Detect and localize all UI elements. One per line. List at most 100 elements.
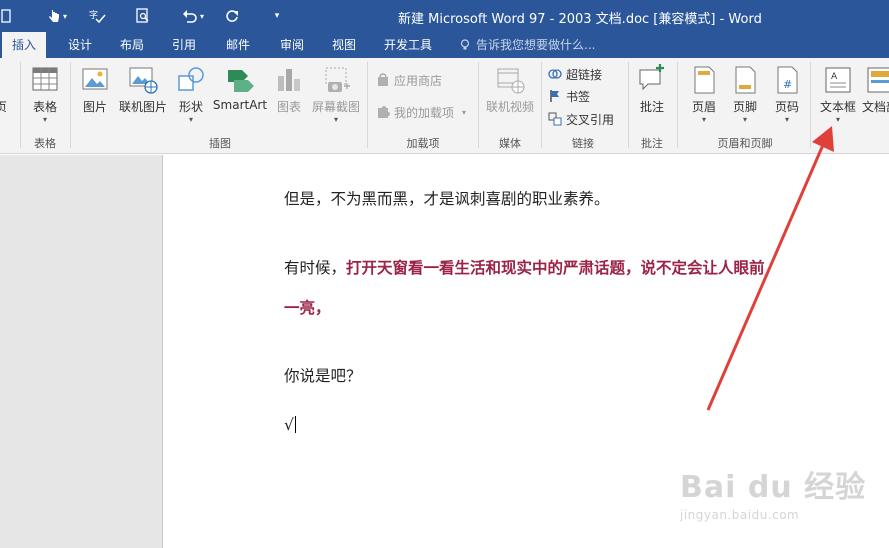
bookmark-label: 书签 bbox=[566, 89, 591, 104]
bookmark-button[interactable]: 书签 bbox=[548, 86, 590, 106]
shapes-icon bbox=[178, 67, 204, 91]
addins-icon bbox=[378, 106, 390, 118]
store-icon bbox=[378, 73, 388, 86]
group-separator bbox=[810, 62, 811, 148]
paragraph-2-line-1[interactable]: 有时候，打开天窗看一看生活和现实中的严肃话题，说不定会让人眼前 bbox=[284, 256, 765, 278]
paragraph-2-line-2[interactable]: 一亮， bbox=[284, 296, 331, 318]
chevron-down-icon: ▾ bbox=[462, 107, 467, 117]
paragraph-2-highlight: 打开天窗看一看生活和现实中的严肃话题，说不定会让人眼前 bbox=[346, 258, 765, 277]
group-separator bbox=[20, 62, 21, 148]
file-icon[interactable] bbox=[0, 6, 12, 26]
svg-text:#: # bbox=[783, 78, 792, 91]
shapes-label: 形状 bbox=[178, 100, 203, 114]
picture-button[interactable]: 图片 bbox=[78, 62, 112, 132]
picture-icon bbox=[82, 68, 108, 90]
smartart-label: SmartArt bbox=[212, 98, 268, 112]
table-button[interactable]: 表格 ▾ bbox=[28, 62, 62, 132]
tell-me-box[interactable]: 告诉我您想要做什么... bbox=[460, 32, 595, 58]
customize-qat-icon[interactable]: ▾ bbox=[270, 6, 284, 26]
undo-icon[interactable]: ▾ bbox=[176, 6, 210, 26]
group-separator bbox=[367, 62, 368, 148]
title-bar: ▾ 字 ▾ ▾ 新建 Microsoft Word 97 - 2003 文档.d… bbox=[0, 0, 889, 32]
my-addins-button[interactable]: 我的加载项 ▾ bbox=[376, 102, 466, 122]
page-button-label: 页 bbox=[0, 100, 7, 114]
chevron-down-icon: ▾ bbox=[188, 115, 193, 124]
paragraph-3[interactable]: 你说是吧？ bbox=[284, 364, 362, 386]
tab-mailings[interactable]: 邮件 bbox=[216, 32, 260, 58]
page-number-label: 页码 bbox=[774, 100, 799, 114]
cross-reference-button[interactable]: 交叉引用 bbox=[548, 109, 614, 129]
online-picture-button[interactable]: 联机图片 bbox=[118, 62, 168, 132]
page-number-button[interactable]: # 页码 ▾ bbox=[769, 62, 805, 132]
checkmark-text: √ bbox=[284, 416, 294, 434]
tab-layout[interactable]: 布局 bbox=[110, 32, 154, 58]
comment-button[interactable]: 批注 bbox=[634, 62, 670, 132]
store-button[interactable]: 应用商店 bbox=[376, 70, 442, 90]
hyperlink-label: 超链接 bbox=[566, 67, 603, 82]
online-video-button[interactable]: 联机视频 bbox=[484, 62, 536, 132]
chevron-down-icon: ▾ bbox=[742, 115, 747, 124]
group-label-header-footer: 页眉和页脚 bbox=[717, 137, 773, 150]
document-margin-area bbox=[0, 155, 163, 548]
footer-button[interactable]: 页脚 ▾ bbox=[727, 62, 763, 132]
chart-icon bbox=[278, 69, 300, 91]
group-separator bbox=[541, 62, 542, 148]
page-icon bbox=[0, 64, 8, 96]
print-preview-icon[interactable] bbox=[133, 6, 153, 26]
tab-design[interactable]: 设计 bbox=[58, 32, 102, 58]
footer-icon bbox=[735, 66, 756, 94]
quick-parts-button[interactable]: 文档部 bbox=[860, 62, 889, 132]
page-button[interactable]: 页 bbox=[0, 62, 8, 132]
group-label-media: 媒体 bbox=[499, 137, 521, 150]
group-separator bbox=[70, 62, 71, 148]
text-cursor bbox=[294, 416, 296, 433]
textbox-button[interactable]: A 文本框 ▾ bbox=[816, 62, 860, 132]
svg-text:A: A bbox=[831, 72, 838, 82]
paragraph-2-prefix: 有时候， bbox=[284, 259, 347, 277]
group-separator bbox=[628, 62, 629, 148]
spelling-icon[interactable]: 字 bbox=[86, 6, 108, 26]
online-video-label: 联机视频 bbox=[485, 100, 534, 114]
group-label-addins: 加载项 bbox=[406, 137, 440, 150]
online-picture-label: 联机图片 bbox=[118, 100, 167, 114]
touch-mode-icon[interactable]: ▾ bbox=[40, 6, 74, 26]
tab-references[interactable]: 引用 bbox=[162, 32, 206, 58]
group-label-comments: 批注 bbox=[641, 137, 663, 150]
chevron-down-icon: ▾ bbox=[701, 115, 706, 124]
hyperlink-icon bbox=[548, 69, 562, 79]
chevron-down-icon: ▾ bbox=[784, 115, 789, 124]
quick-parts-label: 文档部 bbox=[861, 100, 889, 114]
header-label: 页眉 bbox=[691, 100, 716, 114]
online-video-icon bbox=[497, 68, 525, 94]
header-button[interactable]: 页眉 ▾ bbox=[686, 62, 722, 132]
screenshot-button[interactable]: 屏幕截图 ▾ bbox=[310, 62, 362, 132]
shapes-button[interactable]: 形状 ▾ bbox=[174, 62, 208, 132]
textbox-icon: A bbox=[825, 67, 851, 93]
group-label-tables: 表格 bbox=[34, 137, 56, 150]
window-title: 新建 Microsoft Word 97 - 2003 文档.doc [兼容模式… bbox=[398, 12, 762, 27]
picture-label: 图片 bbox=[82, 100, 107, 114]
quick-parts-icon bbox=[867, 67, 889, 93]
paragraph-2-highlight-end: 一亮， bbox=[284, 298, 331, 317]
group-separator bbox=[478, 62, 479, 148]
chart-label: 图表 bbox=[276, 100, 301, 114]
cross-reference-label: 交叉引用 bbox=[566, 112, 615, 127]
tab-developer[interactable]: 开发工具 bbox=[374, 32, 442, 58]
tab-review[interactable]: 审阅 bbox=[270, 32, 314, 58]
comment-icon bbox=[639, 64, 664, 91]
smartart-button[interactable]: SmartArt bbox=[212, 62, 268, 132]
store-label: 应用商店 bbox=[394, 73, 443, 88]
group-label-links: 链接 bbox=[572, 137, 594, 150]
baidu-watermark: Bai du 经验 jingyan.baidu.com bbox=[680, 462, 866, 522]
textbox-label: 文本框 bbox=[819, 100, 856, 114]
paragraph-1[interactable]: 但是，不为黑而黑，才是讽刺喜剧的职业素养。 bbox=[284, 187, 610, 209]
hyperlink-button[interactable]: 超链接 bbox=[548, 64, 602, 84]
redo-icon[interactable] bbox=[222, 6, 242, 26]
table-label: 表格 bbox=[32, 100, 57, 114]
chart-button[interactable]: 图表 bbox=[272, 62, 306, 132]
cross-reference-icon bbox=[548, 112, 562, 126]
tab-insert[interactable]: 插入 bbox=[2, 32, 47, 58]
paragraph-4[interactable]: √ bbox=[284, 416, 296, 434]
tab-view[interactable]: 视图 bbox=[322, 32, 366, 58]
footer-label: 页脚 bbox=[732, 100, 757, 114]
